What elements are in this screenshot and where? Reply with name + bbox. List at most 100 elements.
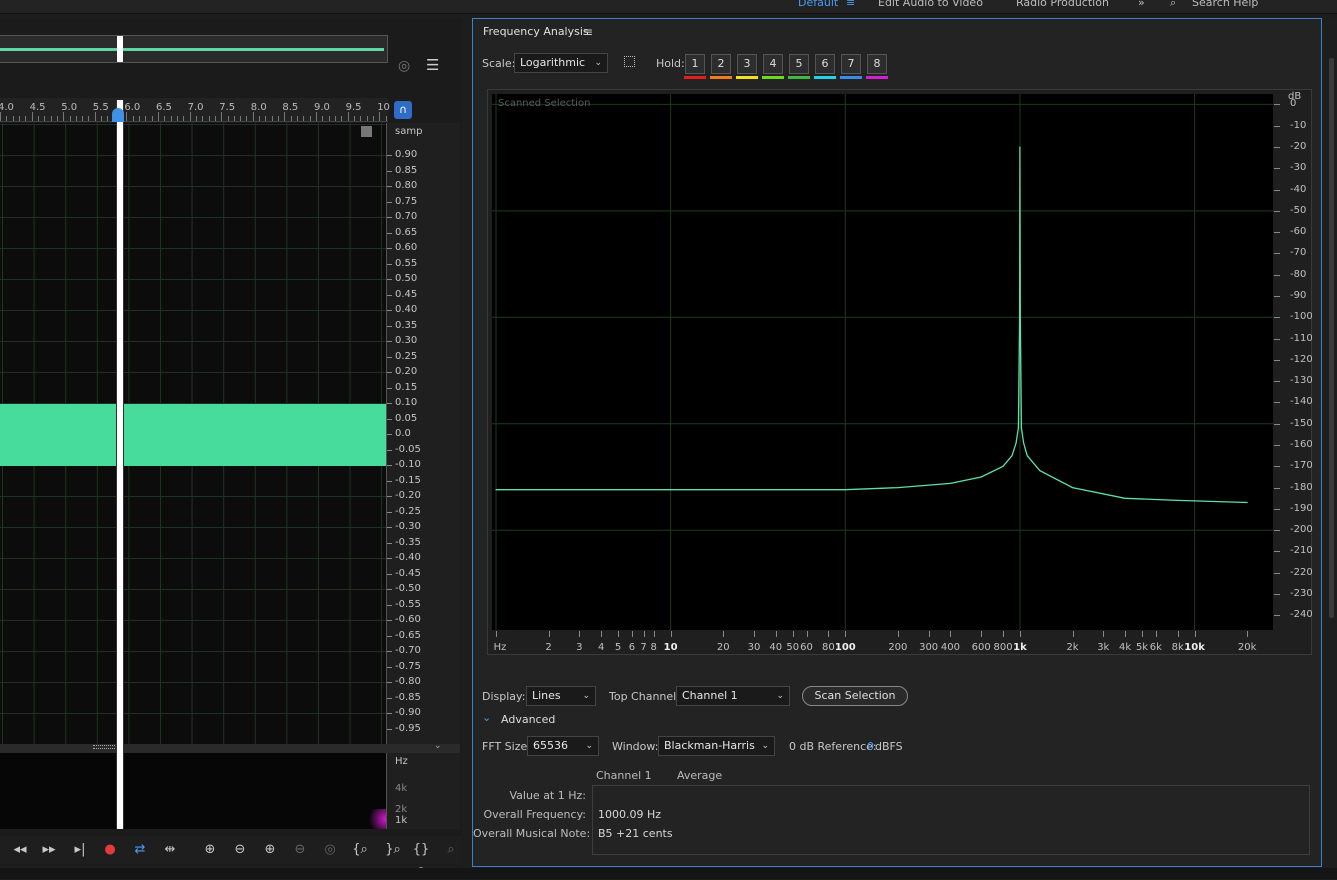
zoom-out-full-icon[interactable]: }⌕: [382, 840, 404, 860]
hold-button-8[interactable]: 8: [867, 54, 887, 74]
top-channel-dropdown[interactable]: Channel 1 ⌄: [676, 686, 790, 706]
zoom-in-point-icon[interactable]: {⌕: [349, 840, 371, 860]
zoom-target-icon[interactable]: ◎: [398, 58, 410, 74]
search-help-input[interactable]: Search Help: [1192, 0, 1258, 9]
zoom-out-amplitude-icon[interactable]: ⊖: [229, 840, 251, 860]
hold-button-3[interactable]: 3: [737, 54, 757, 74]
skip-to-end-icon[interactable]: ▸|: [69, 840, 91, 860]
frequency-analysis-panel: Frequency Analysis ≡ Scale: Logarithmic …: [472, 18, 1322, 867]
hold-color-7: [840, 76, 862, 79]
zoom-out-time-icon[interactable]: ⊖: [289, 840, 311, 860]
scan-selection-button[interactable]: Scan Selection: [802, 686, 908, 706]
snap-icon[interactable]: ∩: [394, 101, 412, 119]
reference-value[interactable]: 0: [867, 740, 874, 753]
hz-tick: [1194, 631, 1196, 637]
window-dropdown[interactable]: Blackman-Harris ⌄: [658, 736, 775, 756]
panel-scrollbar[interactable]: [1326, 18, 1337, 867]
hz-tick: [845, 631, 847, 637]
hold-button-1[interactable]: 1: [685, 54, 705, 74]
db-tick-label: -160: [1290, 439, 1313, 451]
amp-label: 0.15: [395, 381, 418, 393]
more-workspaces-icon[interactable]: »: [1138, 0, 1145, 9]
ruler-tick: [0, 112, 1, 121]
amp-tick: [387, 465, 392, 466]
workspace-tab-edit-audio-to-video[interactable]: Edit Audio to Video: [878, 0, 983, 9]
ruler-tick: [246, 116, 248, 121]
advanced-toggle[interactable]: Advanced: [501, 713, 555, 726]
hold-color-2: [710, 76, 732, 79]
workspace-menu-icon[interactable]: ≡: [846, 0, 855, 9]
db-tick-label: -240: [1290, 609, 1313, 621]
ruler-tick: [164, 116, 166, 121]
overview-bar[interactable]: [0, 35, 388, 63]
amp-label: -0.05: [395, 443, 421, 455]
time-ruler[interactable]: 4.0 4.5 5.0 5.5 6.0 6.5 7.0 7.5 8.0 8.5 9.0 9.5 10: [0, 98, 390, 122]
hold-button-7[interactable]: 7: [841, 54, 861, 74]
fft-size-dropdown[interactable]: 65536 ⌄: [527, 736, 599, 756]
record-icon[interactable]: ●: [99, 840, 121, 860]
zoom-in-amplitude-icon[interactable]: ⊕: [199, 840, 221, 860]
chevron-down-icon[interactable]: ⌄: [434, 741, 442, 751]
collapse-icon[interactable]: [361, 126, 372, 137]
overview-viewport-handle[interactable]: [117, 36, 123, 62]
hz-tick: [723, 631, 725, 637]
waveform-display[interactable]: [0, 123, 386, 744]
amp-label: -0.60: [395, 614, 421, 625]
zoom-full-icon[interactable]: {}⌕: [410, 840, 432, 877]
skip-selection-icon[interactable]: ⇹: [159, 840, 181, 860]
marquee-icon[interactable]: [624, 56, 635, 67]
scale-label: Scale:: [482, 57, 516, 70]
spectral-display[interactable]: [0, 753, 386, 829]
spectrum-graph: Scanned Selection dB 0 -10 -20 -30 -40 -50 -60-…: [487, 89, 1313, 655]
spec-unit: Hz: [395, 756, 408, 767]
rewind-icon[interactable]: ◂◂: [9, 840, 31, 860]
ruler-tick: [379, 112, 381, 121]
spectrum-point: [1023, 442, 1025, 444]
hz-tick: [653, 631, 655, 637]
track-divider[interactable]: ⌄: [0, 741, 460, 753]
hold-button-4[interactable]: 4: [763, 54, 783, 74]
fast-forward-icon[interactable]: ▸▸: [38, 840, 60, 860]
ruler-tick: [170, 116, 172, 121]
playhead[interactable]: [116, 100, 124, 829]
spectrum-point: [1246, 501, 1248, 504]
ruler-tick: [75, 116, 77, 121]
hz-tick-label: 300: [919, 642, 939, 653]
scrollbar-thumb[interactable]: [1329, 58, 1334, 618]
amp-label: -0.35: [395, 536, 421, 548]
display-dropdown[interactable]: Lines ⌄: [526, 686, 596, 706]
zoom-reset-icon[interactable]: ⌕: [440, 840, 462, 860]
search-icon[interactable]: ⌕: [1170, 0, 1176, 10]
spectral-energy: [364, 809, 386, 829]
hold-button-6[interactable]: 6: [815, 54, 835, 74]
chevron-down-icon[interactable]: ⌄: [482, 711, 491, 724]
hz-tick-label: 50: [786, 642, 800, 653]
hold-button-5[interactable]: 5: [789, 54, 809, 74]
playhead-handle[interactable]: [112, 108, 124, 122]
zoom-selection-icon[interactable]: ◎: [319, 840, 341, 860]
workspace-tab-radio-production[interactable]: Radio Production: [1016, 0, 1109, 9]
db-tick-label: 0: [1290, 98, 1297, 110]
amp-label: -0.65: [395, 629, 421, 641]
loop-icon[interactable]: ⇄: [129, 840, 151, 860]
ruler-tick: [297, 116, 299, 121]
panel-menu-icon[interactable]: ☰: [426, 56, 439, 74]
amp-label: 0.55: [395, 257, 418, 269]
scale-dropdown[interactable]: Logarithmic ⌄: [514, 53, 608, 73]
amp-label: -0.40: [395, 552, 421, 563]
db-tick: [1274, 189, 1280, 191]
ruler-tick: [189, 112, 191, 121]
spectrum-point: [897, 487, 899, 489]
workspace-tab-default[interactable]: Default: [798, 0, 838, 9]
zoom-in-time-icon[interactable]: ⊕: [259, 840, 281, 860]
hold-button-2[interactable]: 2: [711, 54, 731, 74]
ruler-tick: [284, 112, 286, 121]
ruler-tick: [259, 116, 261, 121]
spectrum-point: [1020, 427, 1023, 429]
amp-label: -0.90: [395, 707, 421, 718]
ruler-tick: [88, 116, 90, 121]
spectrum-plot[interactable]: Scanned Selection: [492, 94, 1273, 630]
panel-menu-icon[interactable]: ≡: [583, 25, 593, 39]
amp-label: -0.30: [395, 521, 421, 532]
hz-tick-label: 4k: [1119, 642, 1132, 653]
